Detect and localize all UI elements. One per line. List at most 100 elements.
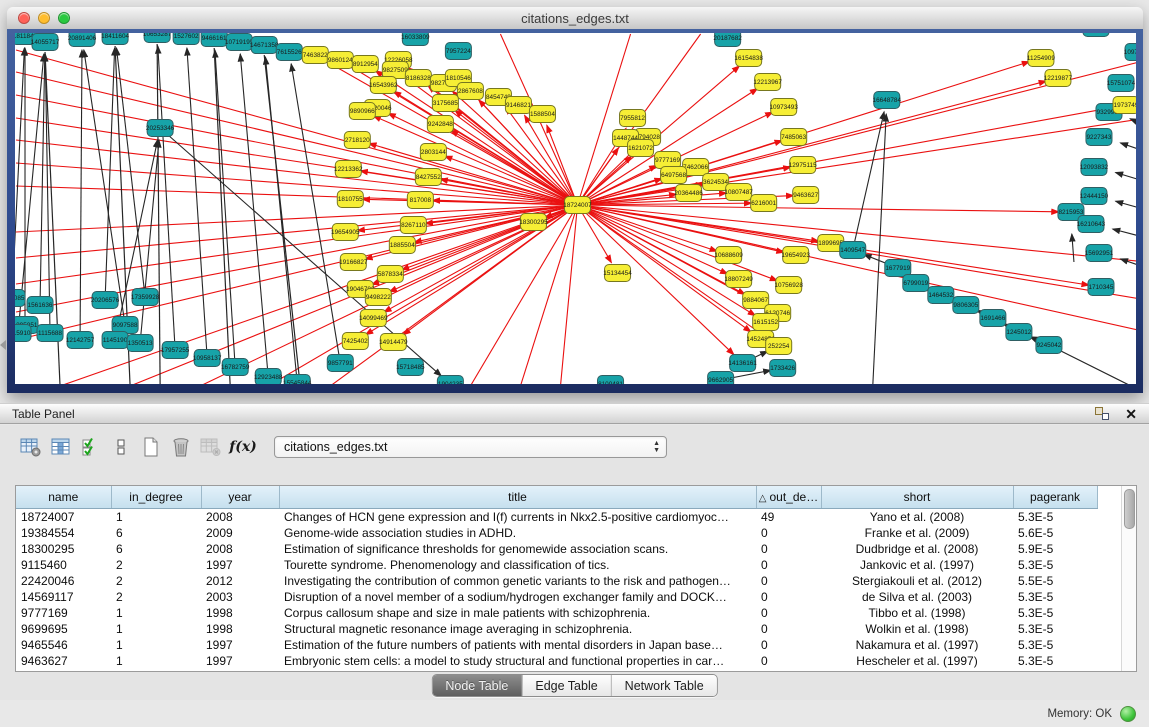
graph-node[interactable]: 1810755 <box>337 191 363 208</box>
graph-node[interactable]: 12213967 <box>753 74 782 91</box>
graph-node[interactable]: 10973493 <box>769 99 798 116</box>
graph-node[interactable]: 1350513 <box>127 335 153 352</box>
graph-node[interactable]: 19654905 <box>331 224 360 241</box>
table-cell[interactable]: 1 <box>111 637 201 653</box>
table-cell[interactable]: 9465546 <box>16 637 111 653</box>
graph-node[interactable]: 10688609 <box>714 247 743 264</box>
citation-edge-red[interactable] <box>16 205 578 258</box>
table-cell[interactable]: 0 <box>756 573 821 589</box>
table-cell[interactable]: 1997 <box>201 653 279 669</box>
table-cell[interactable]: 9115460 <box>16 557 111 573</box>
graph-node[interactable]: 14136161 <box>728 355 757 372</box>
table-cell[interactable]: Yano et al. (2008) <box>821 509 1013 526</box>
table-cell[interactable]: 0 <box>756 557 821 573</box>
graph-node[interactable]: 12444150 <box>1080 188 1109 205</box>
column-header-out_de[interactable]: △out_de… <box>756 486 821 509</box>
graph-node[interactable]: 8427552 <box>415 169 441 186</box>
graph-node[interactable]: 9884067 <box>743 292 769 309</box>
graph-node[interactable]: 20187682 <box>713 33 742 47</box>
graph-node[interactable]: 1561636 <box>27 297 53 314</box>
graph-node[interactable]: 16210643 <box>1077 216 1106 233</box>
row-options-button[interactable] <box>106 434 136 460</box>
table-cell[interactable]: 6 <box>111 525 201 541</box>
table-cell[interactable]: Structural magnetic resonance image aver… <box>279 621 756 637</box>
table-cell[interactable]: 5.3E-5 <box>1013 621 1097 637</box>
table-cell[interactable]: Investigating the contribution of common… <box>279 573 756 589</box>
table-row[interactable]: 1872400712008Changes of HCN gene express… <box>16 509 1136 526</box>
graph-node[interactable]: 12975115 <box>789 157 817 174</box>
citation-edge-black[interactable] <box>187 48 207 358</box>
graph-node[interactable]: 2526085 <box>15 290 25 307</box>
graph-node[interactable]: 9890966 <box>349 103 375 120</box>
table-cell[interactable]: 1 <box>111 605 201 621</box>
table-cell[interactable]: 0 <box>756 637 821 653</box>
table-cell[interactable]: Corpus callosum shape and size in male p… <box>279 605 756 621</box>
graph-node[interactable]: 7485063 <box>781 129 807 146</box>
column-header-short[interactable]: short <box>821 486 1013 509</box>
citation-edge-black[interactable] <box>1116 201 1136 210</box>
table-cell[interactable]: 5.3E-5 <box>1013 557 1097 573</box>
table-cell[interactable]: Jankovic et al. (1997) <box>821 557 1013 573</box>
table-cell[interactable]: 5.5E-5 <box>1013 573 1097 589</box>
table-cell[interactable]: 2 <box>111 589 201 605</box>
graph-node[interactable]: 14914479 <box>379 334 408 351</box>
table-row[interactable]: 911546021997Tourette syndrome. Phenomeno… <box>16 557 1136 573</box>
table-cell[interactable]: de Silva et al. (2003) <box>821 589 1013 605</box>
graph-node[interactable]: 1115688 <box>37 325 63 342</box>
network-canvas[interactable]: 1811843140557172089140618411604106532871… <box>15 33 1136 384</box>
graph-node[interactable]: 7425402 <box>342 333 368 350</box>
graph-node[interactable]: 14099469 <box>359 310 388 327</box>
graph-node[interactable]: 8100481 <box>598 376 624 385</box>
column-header-pagerank[interactable]: pagerank <box>1013 486 1097 509</box>
table-cell[interactable]: Stergiakouli et al. (2012) <box>821 573 1013 589</box>
citation-edge-black[interactable] <box>1115 172 1136 182</box>
graph-node[interactable]: 7615526 <box>276 44 302 61</box>
graph-node[interactable]: 9777169 <box>655 152 681 169</box>
graph-node[interactable]: 1527602 <box>173 33 199 45</box>
graph-node[interactable]: 9227343 <box>1086 129 1112 146</box>
table-cell[interactable]: 1 <box>111 621 201 637</box>
graph-node[interactable]: 1409547 <box>840 242 866 259</box>
table-row[interactable]: 946362711997Embryonic stem cells: a mode… <box>16 653 1136 669</box>
table-cell[interactable]: 9777169 <box>16 605 111 621</box>
graph-node[interactable]: 2867608 <box>457 83 483 100</box>
citation-edge-black[interactable] <box>140 140 159 343</box>
graph-node[interactable]: 12219877 <box>1044 70 1073 87</box>
graph-node[interactable]: 9857791 <box>327 355 353 372</box>
graph-node[interactable]: 1710345 <box>1088 279 1114 296</box>
graph-node[interactable]: 16543962 <box>369 77 398 94</box>
table-cell[interactable]: 2 <box>111 573 201 589</box>
close-panel-icon[interactable]: ✕ <box>1125 407 1137 421</box>
table-cell[interactable]: Embryonic stem cells: a model to study s… <box>279 653 756 669</box>
table-mode-button[interactable] <box>16 434 46 460</box>
table-cell[interactable]: Genome-wide association studies in ADHD. <box>279 525 756 541</box>
graph-node[interactable]: 19166827 <box>339 254 368 271</box>
graph-node[interactable]: 8912954 <box>352 56 378 73</box>
graph-node[interactable]: 8267110 <box>400 217 426 234</box>
graph-node[interactable]: 10807487 <box>724 184 753 201</box>
table-row[interactable]: 977716911998Corpus callosum shape and si… <box>16 605 1136 621</box>
table-cell[interactable]: 6 <box>111 541 201 557</box>
panel-collapse-arrow-icon[interactable] <box>0 340 6 350</box>
table-cell[interactable]: 5.3E-5 <box>1013 589 1097 605</box>
graph-node[interactable]: 2118764 <box>1083 33 1109 37</box>
graph-node[interactable]: 20206576 <box>91 292 120 309</box>
graph-node[interactable]: 9242848 <box>427 116 453 133</box>
citation-edge-black[interactable] <box>853 112 884 250</box>
column-header-name[interactable]: name <box>16 486 111 509</box>
column-header-title[interactable]: title <box>279 486 756 509</box>
table-cell[interactable]: 0 <box>756 621 821 637</box>
table-cell[interactable]: 49 <box>756 509 821 526</box>
table-cell[interactable]: 19384554 <box>16 525 111 541</box>
table-cell[interactable]: Estimation of the future numbers of pati… <box>279 637 756 653</box>
table-cell[interactable]: Changes of HCN gene expression and I(f) … <box>279 509 756 526</box>
table-cell[interactable]: 2008 <box>201 541 279 557</box>
graph-node[interactable]: 9245042 <box>1036 337 1062 354</box>
citation-edge-red[interactable] <box>578 205 1059 212</box>
graph-node[interactable]: 11254909 <box>1027 50 1055 67</box>
graph-node[interactable]: 9860124 <box>327 52 353 69</box>
table-cell[interactable]: 5.3E-5 <box>1013 509 1097 526</box>
graph-node[interactable]: 1885504 <box>389 237 415 254</box>
graph-node[interactable]: 3175685 <box>432 95 458 112</box>
table-cell[interactable]: 2012 <box>201 573 279 589</box>
